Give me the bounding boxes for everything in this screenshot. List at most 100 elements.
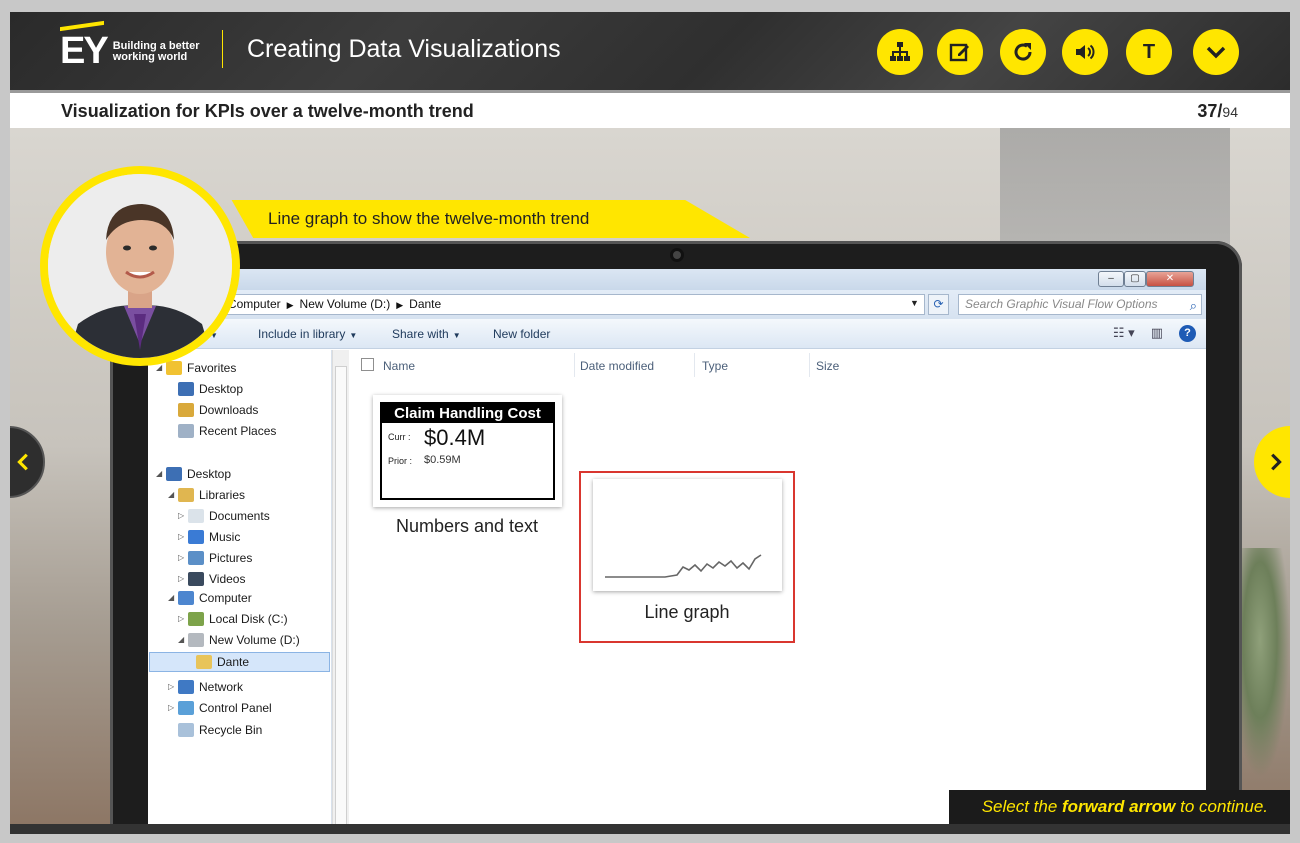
- column-size[interactable]: Size: [816, 359, 839, 373]
- nav-desktop[interactable]: ◢ Desktop: [156, 464, 231, 484]
- line-graph-thumbnail: [593, 479, 782, 591]
- view-options-icon[interactable]: ☷ ▾: [1113, 325, 1135, 342]
- replay-button[interactable]: [1000, 29, 1046, 75]
- kpi-title: Claim Handling Cost: [382, 404, 553, 423]
- course-title: Creating Data Visualizations: [247, 35, 561, 63]
- nav-recycle-bin[interactable]: Recycle Bin: [178, 720, 262, 740]
- ey-logo: EY Building a better working world: [60, 30, 208, 73]
- maximize-button[interactable]: ▢: [1124, 271, 1146, 287]
- chevron-left-icon: [17, 453, 28, 471]
- file-label: Line graph: [644, 602, 730, 622]
- player-footer: [10, 824, 1290, 834]
- crumb-new-volume[interactable]: New Volume (D:): [300, 297, 391, 311]
- callout-banner: Line graph to show the twelve-month tren…: [210, 200, 750, 238]
- new-folder-button[interactable]: New folder: [493, 327, 550, 341]
- column-name[interactable]: Name: [383, 359, 415, 373]
- column-headers: Name Date modified Type Size: [349, 350, 1206, 380]
- libraries-icon: [178, 488, 194, 502]
- previous-slide-button[interactable]: [10, 426, 45, 498]
- line-graph-preview: [605, 554, 762, 578]
- column-date-modified[interactable]: Date modified: [580, 359, 654, 373]
- network-icon: [178, 680, 194, 694]
- nav-desktop-favorite[interactable]: Desktop: [178, 379, 243, 399]
- scrollbar-thumb[interactable]: [335, 366, 347, 834]
- computer-icon: [178, 591, 194, 605]
- column-type[interactable]: Type: [702, 359, 728, 373]
- nav-recent-places[interactable]: Recent Places: [178, 421, 276, 441]
- nav-music[interactable]: ▷ Music: [178, 527, 240, 547]
- presenter-avatar: [40, 166, 240, 366]
- pictures-icon: [188, 551, 204, 565]
- address-dropdown-icon[interactable]: ▼: [910, 294, 919, 313]
- edit-icon: [949, 43, 969, 62]
- refresh-icon[interactable]: ⟳: [928, 294, 949, 315]
- kpi-prior-value: $0.59M: [424, 454, 461, 466]
- crumb-computer[interactable]: Computer: [228, 297, 281, 311]
- audio-button[interactable]: [1062, 29, 1108, 75]
- include-in-library-menu[interactable]: Include in library ▼: [258, 327, 357, 341]
- sitemap-button[interactable]: [877, 29, 923, 75]
- nav-libraries[interactable]: ◢ Libraries: [168, 485, 245, 505]
- nav-network[interactable]: ▷ Network: [168, 677, 243, 697]
- explorer-titlebar: – ▢ ✕: [148, 269, 1206, 290]
- drive-icon: [188, 633, 204, 647]
- share-with-menu[interactable]: Share with ▼: [392, 327, 461, 341]
- transcript-button[interactable]: T: [1126, 29, 1172, 75]
- file-label: Numbers and text: [395, 516, 539, 536]
- folder-icon: [196, 655, 212, 669]
- chevron-down-icon: [1206, 46, 1226, 59]
- kpi-curr-label: Curr :: [388, 432, 411, 442]
- sitemap-icon: [890, 42, 910, 61]
- search-placeholder: Search Graphic Visual Flow Options: [965, 297, 1158, 311]
- videos-icon: [188, 572, 204, 586]
- file-list: Name Date modified Type Size Claim Handl…: [349, 350, 1206, 834]
- kpi-curr-value: $0.4M: [424, 425, 486, 450]
- downloads-icon: [178, 403, 194, 417]
- close-button[interactable]: ✕: [1146, 271, 1194, 287]
- page-current: 37/: [1197, 101, 1223, 121]
- nav-computer[interactable]: ◢ Computer: [168, 588, 252, 608]
- nav-scrollbar[interactable]: [332, 350, 349, 834]
- transcript-icon: T: [1142, 40, 1156, 63]
- music-icon: [188, 530, 204, 544]
- breadcrumb[interactable]: ▶Computer▶New Volume (D:)▶Dante: [208, 294, 925, 315]
- replay-icon: [1014, 43, 1032, 61]
- logo-mark: EY: [60, 30, 109, 72]
- logo-tagline: Building a better working world: [112, 39, 200, 63]
- nav-new-volume[interactable]: ◢ New Volume (D:): [178, 630, 300, 650]
- drive-icon: [188, 612, 204, 626]
- laptop: – ▢ ✕ ▶Computer▶New Volume (D:)▶Dante ▼ …: [110, 241, 1242, 834]
- star-icon: [166, 361, 182, 375]
- kpi-prior-label: Prior :: [388, 456, 413, 466]
- nav-pictures[interactable]: ▷ Pictures: [178, 548, 252, 568]
- nav-videos[interactable]: ▷ Videos: [178, 569, 245, 589]
- preview-pane-icon[interactable]: ▥: [1151, 325, 1163, 342]
- instruction-banner: Select the forward arrow to continue.: [949, 790, 1290, 824]
- nav-downloads[interactable]: Downloads: [178, 400, 258, 420]
- kpi-card: Claim Handling Cost Curr : $0.4M Prior :…: [380, 402, 555, 500]
- slide-title: Visualization for KPIs over a twelve-mon…: [61, 101, 474, 121]
- nav-documents[interactable]: ▷ Documents: [178, 506, 270, 526]
- page-counter: 37/94: [1197, 101, 1238, 122]
- search-icon[interactable]: ⌕: [1190, 296, 1197, 315]
- select-all-checkbox[interactable]: [361, 358, 374, 371]
- crumb-dante[interactable]: Dante: [409, 297, 441, 311]
- minimize-button[interactable]: –: [1098, 271, 1124, 287]
- nav-dante-folder[interactable]: Dante: [149, 652, 330, 672]
- webcam: [670, 248, 684, 262]
- notes-button[interactable]: [937, 29, 983, 75]
- kpi-card-thumbnail: Claim Handling Cost Curr : $0.4M Prior :…: [373, 395, 562, 507]
- menu-button[interactable]: [1193, 29, 1239, 75]
- search-input[interactable]: Search Graphic Visual Flow Options ⌕: [958, 294, 1202, 315]
- control-panel-icon: [178, 701, 194, 715]
- next-slide-button[interactable]: [1254, 426, 1290, 498]
- documents-icon: [188, 509, 204, 523]
- speaker-icon: [1076, 44, 1095, 60]
- header-divider: [222, 30, 223, 68]
- callout-text: Line graph to show the twelve-month tren…: [268, 209, 590, 228]
- nav-local-disk[interactable]: ▷ Local Disk (C:): [178, 609, 288, 629]
- explorer-toolbar: nize▼ Include in library▼ Share with▼ Ne…: [148, 319, 1206, 349]
- help-icon[interactable]: ?: [1179, 325, 1196, 342]
- nav-control-panel[interactable]: ▷ Control Panel: [168, 698, 272, 718]
- chevron-right-icon: [1271, 453, 1282, 471]
